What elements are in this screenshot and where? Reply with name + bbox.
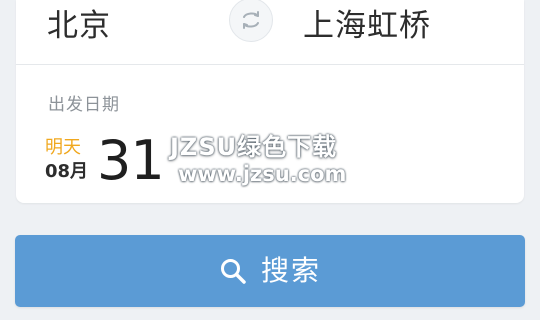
departure-city[interactable]: 北京 bbox=[47, 6, 111, 46]
swap-cities-button[interactable] bbox=[229, 0, 273, 42]
departure-day: 31 bbox=[97, 129, 165, 192]
relative-day-label: 明天 bbox=[45, 137, 81, 158]
departure-month: 08月 bbox=[45, 161, 89, 182]
departure-date-selector[interactable]: 出发日期 明天 08月 31 bbox=[16, 65, 524, 203]
search-button[interactable]: 搜索 bbox=[15, 235, 525, 307]
search-icon bbox=[220, 259, 246, 284]
departure-date-label: 出发日期 bbox=[48, 95, 120, 115]
search-card: 北京 上海虹桥 出发日期 明天 08月 31 bbox=[16, 0, 524, 203]
arrival-city[interactable]: 上海虹桥 bbox=[303, 6, 431, 46]
swap-icon bbox=[243, 11, 259, 29]
route-selector: 北京 上海虹桥 bbox=[16, 0, 524, 65]
search-button-label: 搜索 bbox=[260, 254, 321, 287]
flight-search-screen: 北京 上海虹桥 出发日期 明天 08月 31 JZSU绿色下载 www.jzsu… bbox=[0, 0, 540, 320]
